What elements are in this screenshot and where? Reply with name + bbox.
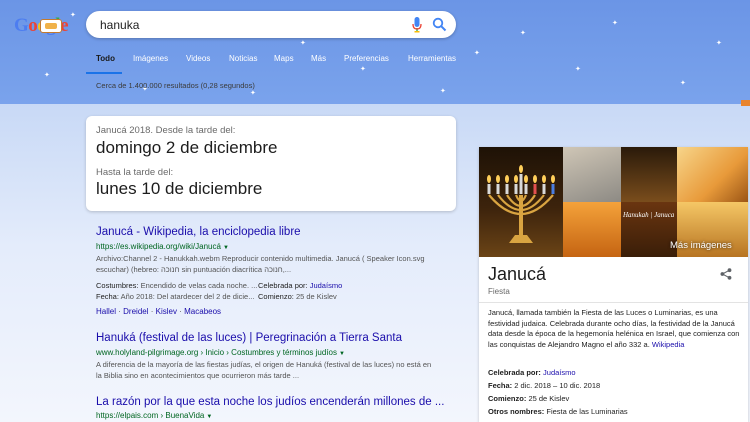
search-result: Hanuká (festival de las luces) | Peregri… — [96, 332, 431, 381]
kp-description-text: Janucá, llamada también la Fiesta de las… — [488, 308, 740, 349]
star-decoration: ✦ — [44, 72, 50, 79]
side-marker — [741, 100, 750, 106]
search-result: La razón por la que esta noche los judío… — [96, 396, 444, 420]
fact-value: Encendido de velas cada noche. ... — [140, 281, 258, 290]
star-decoration: ✦ — [680, 80, 686, 87]
date-end-label: Hasta la tarde del: — [96, 167, 174, 178]
knowledge-panel: Hanukah | Januca Más imágenes Janucá Fie… — [479, 147, 748, 422]
sitelink[interactable]: Kislev — [156, 307, 177, 316]
result-url: https://es.wikipedia.org/wiki/Janucá ▼ — [96, 242, 425, 251]
tab-noticias[interactable]: Noticias — [229, 54, 257, 63]
kp-fact-label: Celebrada por: — [488, 368, 541, 377]
fact-label: Costumbres: — [96, 281, 139, 290]
dreidel-doodle-icon — [40, 19, 62, 33]
tab-todo[interactable]: Todo — [96, 54, 115, 63]
fact-value: 25 de Kislev — [295, 292, 337, 301]
search-result: Janucá - Wikipedia, la enciclopedia libr… — [96, 226, 425, 275]
fact-link[interactable]: Judaísmo — [310, 281, 343, 290]
tab-mas[interactable]: Más — [311, 54, 326, 63]
snippet-line: escuchar) (hebreo: חנוכה sin puntuación … — [96, 264, 292, 274]
fact-label: Celebrada por: — [258, 281, 308, 290]
star-decoration: ✦ — [360, 66, 366, 73]
gallery-image[interactable] — [563, 147, 621, 202]
sitelinks: Hallel · Dreidel · Kislev · Macabeos — [96, 307, 222, 316]
star-decoration: ✦ — [70, 12, 76, 19]
result-url-text: www.holyland-pilgrimage.org › Inicio › C… — [96, 348, 337, 357]
search-icon[interactable] — [432, 17, 447, 32]
result-title-link[interactable]: Janucá - Wikipedia, la enciclopedia libr… — [96, 226, 425, 238]
sitelink[interactable]: Hallel — [96, 307, 116, 316]
fact-value: Año 2018: Del atardecer del 2 de dicie..… — [120, 292, 255, 301]
kp-fact-value: 2 dic. 2018 – 10 dic. 2018 — [514, 381, 601, 390]
star-decoration: ✦ — [612, 20, 618, 27]
result-url: https://elpais.com › BuenaVida ▼ — [96, 411, 444, 420]
sitelink[interactable]: Dreidel — [123, 307, 148, 316]
star-decoration: ✦ — [300, 40, 306, 47]
result-snippet: Archivo:Channel 2 - Hanukkah.webm Reprod… — [96, 254, 425, 275]
result-url-text: https://elpais.com › BuenaVida — [96, 411, 205, 420]
menorah-image[interactable] — [479, 147, 563, 257]
more-images-link[interactable]: Más imágenes — [670, 240, 732, 251]
wikipedia-link[interactable]: Wikipedia — [652, 340, 685, 349]
tab-herramientas[interactable]: Herramientas — [408, 54, 456, 63]
divider — [479, 302, 748, 303]
tab-preferencias[interactable]: Preferencias — [344, 54, 389, 63]
snippet-line: Archivo:Channel 2 - Hanukkah.webm Reprod… — [96, 254, 425, 263]
tab-maps[interactable]: Maps — [274, 54, 294, 63]
search-input[interactable] — [100, 16, 400, 33]
fact-label: Fecha: — [96, 292, 119, 301]
date-answer-card: Janucá 2018. Desde la tarde del: domingo… — [86, 116, 456, 211]
snippet-line: A diferencia de la mayoría de las fiesta… — [96, 360, 432, 369]
star-decoration: ✦ — [250, 90, 256, 97]
gallery-image[interactable] — [677, 147, 748, 202]
kp-subtitle: Fiesta — [488, 287, 510, 296]
kp-fact-label: Fecha: — [488, 381, 513, 390]
result-snippet: A diferencia de la mayoría de las fiesta… — [96, 360, 431, 381]
star-decoration: ✦ — [575, 66, 581, 73]
kp-fact-value: 25 de Kislev — [528, 394, 570, 403]
kp-title: Janucá — [488, 264, 547, 284]
gallery-image[interactable]: Hanukah | Januca — [621, 202, 677, 257]
star-decoration: ✦ — [474, 50, 480, 57]
microphone-icon[interactable] — [412, 17, 422, 33]
kp-fact: Otros nombres: Fiesta de las Luminarias — [488, 407, 628, 416]
sitelink[interactable]: Macabeos — [184, 307, 221, 316]
date-start-label: Janucá 2018. Desde la tarde del: — [96, 125, 236, 136]
tab-videos[interactable]: Videos — [186, 54, 210, 63]
kp-fact-value: Fiesta de las Luminarias — [546, 407, 628, 416]
result-url: www.holyland-pilgrimage.org › Inicio › C… — [96, 348, 431, 357]
result-title-link[interactable]: Hanuká (festival de las luces) | Peregri… — [96, 332, 431, 344]
gallery-image[interactable] — [621, 147, 677, 202]
kp-description: Janucá, llamada también la Fiesta de las… — [488, 308, 740, 350]
result-title-link[interactable]: La razón por la que esta noche los judío… — [96, 396, 444, 408]
kp-fact-label: Otros nombres: — [488, 407, 545, 416]
kp-fact: Celebrada por: Judaísmo — [488, 368, 576, 377]
kp-fact-link[interactable]: Judaísmo — [543, 368, 576, 377]
results-count: Cerca de 1.400.000 resultados (0,28 segu… — [96, 81, 255, 90]
snippet-line: la Biblia sino en acontecimientos que oc… — [96, 370, 300, 380]
dropdown-caret-icon[interactable]: ▼ — [223, 245, 229, 251]
share-icon[interactable] — [720, 268, 732, 280]
star-decoration: ✦ — [716, 40, 722, 47]
active-tab-indicator — [86, 72, 122, 74]
result-url-text: https://es.wikipedia.org/wiki/Janucá — [96, 242, 221, 251]
star-decoration: ✦ — [520, 30, 526, 37]
fact-label: Comienzo: — [258, 292, 294, 301]
kp-fact-label: Comienzo: — [488, 394, 527, 403]
gallery-image[interactable] — [563, 202, 621, 257]
dropdown-caret-icon[interactable]: ▼ — [339, 351, 345, 357]
date-start-value: domingo 2 de diciembre — [96, 138, 278, 157]
star-decoration: ✦ — [440, 88, 446, 95]
kp-fact: Fecha: 2 dic. 2018 – 10 dic. 2018 — [488, 381, 600, 390]
search-box[interactable] — [86, 11, 456, 38]
tab-imagenes[interactable]: Imágenes — [133, 54, 168, 63]
kp-fact: Comienzo: 25 de Kislev — [488, 394, 569, 403]
date-end-value: lunes 10 de diciembre — [96, 179, 263, 198]
dropdown-caret-icon[interactable]: ▼ — [206, 414, 212, 420]
image-caption: Hanukah | Januca — [623, 211, 675, 219]
